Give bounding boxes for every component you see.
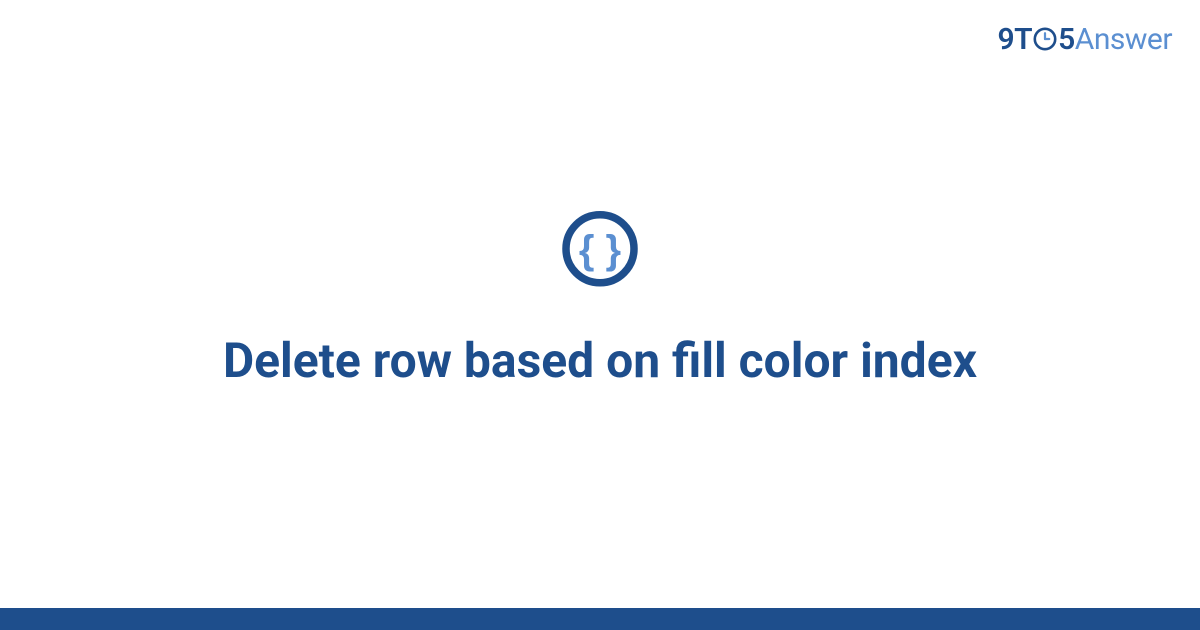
- brand-logo: 9T5Answer: [998, 22, 1172, 57]
- brand-part-t: T: [1014, 22, 1032, 57]
- brand-clock-icon: [1033, 27, 1057, 51]
- brand-part-nine: 9: [998, 22, 1015, 57]
- svg-text:{ }: { }: [579, 228, 621, 272]
- brand-part-answer: Answer: [1075, 22, 1172, 57]
- code-braces-icon: { }: [561, 210, 639, 288]
- main-content: { } Delete row based on fill color index: [0, 210, 1200, 391]
- footer-bar: [0, 608, 1200, 630]
- brand-part-five: 5: [1058, 22, 1075, 57]
- page-title: Delete row based on fill color index: [223, 330, 977, 391]
